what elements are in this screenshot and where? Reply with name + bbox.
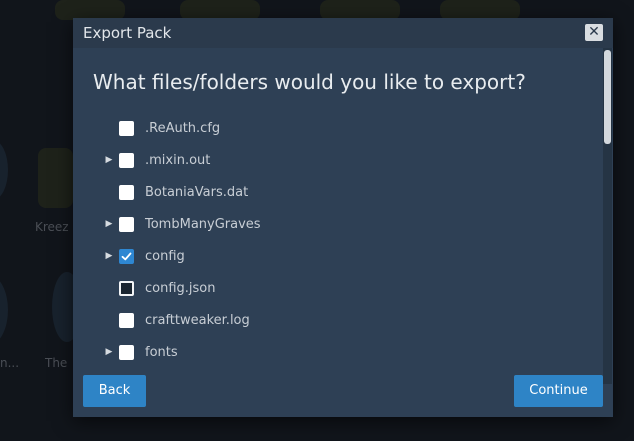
file-tree-row[interactable]: ▶ BotaniaVars.dat: [93, 176, 598, 208]
background-modpack-tile: [38, 148, 73, 208]
file-tree-row[interactable]: ▶ crafttweaker.log: [93, 304, 598, 336]
spacer: ▶: [99, 283, 119, 293]
file-label: crafttweaker.log: [145, 312, 250, 328]
file-tree-row[interactable]: ▶ fonts: [93, 336, 598, 364]
file-checkbox[interactable]: [119, 312, 134, 328]
spacer: ▶: [99, 123, 119, 133]
file-checkbox[interactable]: [119, 184, 134, 200]
file-checkbox[interactable]: [119, 280, 134, 296]
file-label: BotaniaVars.dat: [145, 184, 249, 200]
file-tree-row[interactable]: ▶ config: [93, 240, 598, 272]
background-label: Kreez: [35, 220, 69, 234]
background-avatar: [0, 275, 8, 345]
background-avatar: [0, 140, 8, 200]
file-tree-row[interactable]: ▶ config.json: [93, 272, 598, 304]
file-label: config: [145, 248, 185, 264]
file-label: fonts: [145, 344, 178, 360]
background-modpack-tile: [440, 0, 520, 20]
file-tree-row[interactable]: ▶ .ReAuth.cfg: [93, 112, 598, 144]
file-checkbox[interactable]: [119, 120, 134, 136]
scrollbar[interactable]: [603, 48, 612, 384]
file-tree-row[interactable]: ▶ .mixin.out: [93, 144, 598, 176]
expand-arrow-icon[interactable]: ▶: [99, 219, 119, 229]
file-tree-row[interactable]: ▶ TombManyGraves: [93, 208, 598, 240]
back-button[interactable]: Back: [83, 375, 146, 407]
background-label: n...: [0, 356, 20, 370]
file-label: config.json: [145, 280, 216, 296]
spacer: ▶: [99, 315, 119, 325]
file-tree: ▶.ReAuth.cfg▶.mixin.out▶BotaniaVars.dat▶…: [93, 112, 598, 364]
expand-arrow-icon[interactable]: ▶: [99, 251, 119, 261]
expand-arrow-icon[interactable]: ▶: [99, 347, 119, 357]
background-label: The: [45, 356, 68, 370]
close-button[interactable]: ✕: [585, 24, 603, 41]
background-modpack-tile: [55, 0, 125, 20]
expand-arrow-icon[interactable]: ▶: [99, 155, 119, 165]
continue-button[interactable]: Continue: [514, 375, 603, 407]
file-checkbox[interactable]: [119, 216, 134, 232]
background-modpack-tile: [180, 0, 260, 20]
file-label: .mixin.out: [145, 152, 211, 168]
file-checkbox[interactable]: [119, 344, 134, 360]
file-checkbox[interactable]: [119, 248, 134, 264]
file-label: .ReAuth.cfg: [145, 120, 221, 136]
background-modpack-tile: [320, 0, 400, 20]
export-pack-dialog: Export Pack ✕ What files/folders would y…: [73, 18, 613, 417]
close-icon: ✕: [588, 24, 600, 40]
spacer: ▶: [99, 187, 119, 197]
dialog-heading: What files/folders would you like to exp…: [93, 70, 526, 94]
file-checkbox[interactable]: [119, 152, 134, 168]
file-label: TombManyGraves: [145, 216, 261, 232]
scrollbar-thumb[interactable]: [604, 50, 611, 144]
checkmark-icon: [121, 252, 132, 260]
dialog-titlebar: Export Pack ✕: [73, 18, 613, 48]
dialog-title: Export Pack: [83, 24, 172, 42]
